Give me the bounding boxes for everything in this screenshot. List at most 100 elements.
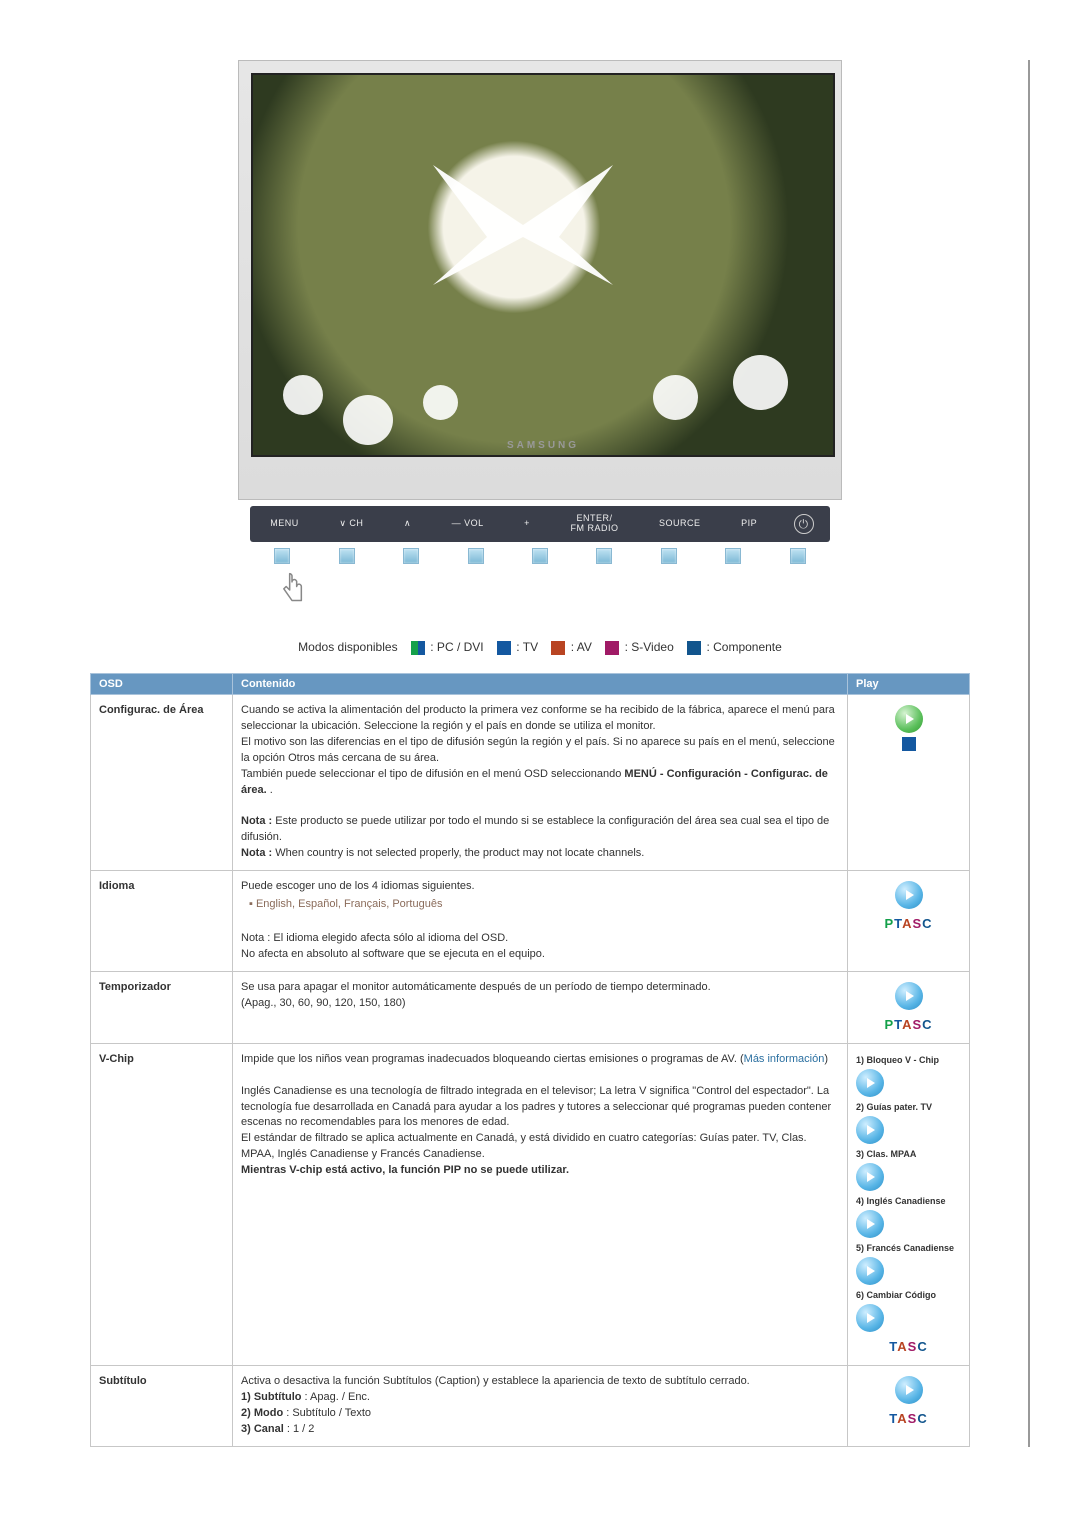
content-cell-vchip: Impide que los niños vean programas inad… <box>233 1043 848 1365</box>
pip-button[interactable]: PIP <box>737 517 761 531</box>
mode-av-label: : AV <box>571 640 592 654</box>
mode-pc-dvi-label: : PC / DVI <box>430 640 483 654</box>
play-icon[interactable] <box>895 982 923 1010</box>
play-icon[interactable] <box>895 705 923 733</box>
configurac-nota2: When country is not selected properly, t… <box>275 847 644 859</box>
osd-cell-configurac: Configurac. de Área <box>91 694 233 870</box>
play-icon[interactable] <box>856 1116 884 1144</box>
osd-cell-subtitulo: Subtítulo <box>91 1365 233 1446</box>
flower-graphic <box>423 385 458 420</box>
play-icon[interactable] <box>895 881 923 909</box>
play-icon[interactable] <box>895 1376 923 1404</box>
table-row: Temporizador Se usa para apagar el monit… <box>91 971 970 1043</box>
vchip-body1: Impide que los niños vean programas inad… <box>241 1053 744 1065</box>
tv-control-bar: MENU ∨ CH ∧ — VOL + ENTER/ FM RADIO SOUR… <box>250 506 830 542</box>
power-button[interactable]: ⏻ <box>794 514 814 534</box>
mode-component-icon <box>687 641 701 655</box>
tv-brand-label: SAMSUNG <box>253 440 833 451</box>
table-header-row: OSD Contenido Play <box>91 673 970 694</box>
configurac-body1: Cuando se activa la alimentación del pro… <box>241 704 835 732</box>
vchip-play-item-5: 5) Francés Canadiense <box>856 1242 961 1255</box>
content-cell-temporizador: Se usa para apagar el monitor automática… <box>233 971 848 1043</box>
subtitulo-l3-label: 3) Canal <box>241 1423 284 1435</box>
flower-graphic <box>283 375 323 415</box>
vchip-mas-info-link[interactable]: Más información <box>744 1053 825 1065</box>
enter-fmradio-button[interactable]: ENTER/ FM RADIO <box>566 512 622 536</box>
menu-button[interactable]: MENU <box>266 517 303 531</box>
volume-down-button[interactable]: — VOL <box>448 517 488 531</box>
indicator-dots-row <box>250 548 830 564</box>
vchip-play-item-6: 6) Cambiar Código <box>856 1289 961 1302</box>
mode-svideo-label: : S-Video <box>625 640 674 654</box>
indicator-dot <box>661 548 677 564</box>
idioma-nota: Nota : El idioma elegido afecta sólo al … <box>241 932 508 944</box>
content-cell-configurac: Cuando se activa la alimentación del pro… <box>233 694 848 870</box>
flower-graphic <box>733 355 788 410</box>
indicator-dot <box>596 548 612 564</box>
mode-pc-dvi-icon <box>411 641 425 655</box>
mode-tv-icon <box>497 641 511 655</box>
configurac-body3-tail: . <box>270 784 273 796</box>
play-icon[interactable] <box>856 1069 884 1097</box>
mode-av-icon <box>551 641 565 655</box>
configurac-body2: El motivo son las diferencias en el tipo… <box>241 736 835 764</box>
subtitulo-l1-label: 1) Subtítulo <box>241 1391 302 1403</box>
tasc-badge: TASC <box>856 1410 961 1429</box>
indicator-dot <box>468 548 484 564</box>
table-row: V-Chip Impide que los niños vean program… <box>91 1043 970 1365</box>
content-cell-idioma: Puede escoger uno de los 4 idiomas sigui… <box>233 871 848 972</box>
play-cell-configurac <box>848 694 970 870</box>
mode-svideo-icon <box>605 641 619 655</box>
tv-screen: SAMSUNG <box>251 73 835 457</box>
volume-up-button[interactable]: + <box>520 517 534 531</box>
content-cell-subtitulo: Activa o desactiva la función Subtítulos… <box>233 1365 848 1446</box>
play-cell-subtitulo: TASC <box>848 1365 970 1446</box>
configurac-body3: También puede seleccionar el tipo de dif… <box>241 768 624 780</box>
temporizador-values: (Apag., 30, 60, 90, 120, 150, 180) <box>241 997 406 1009</box>
play-icon[interactable] <box>856 1163 884 1191</box>
table-row: Configurac. de Área Cuando se activa la … <box>91 694 970 870</box>
subtitulo-l3-val: : 1 / 2 <box>284 1423 315 1435</box>
mode-component-label: : Componente <box>706 640 781 654</box>
mode-tv-label: : TV <box>516 640 538 654</box>
subtitulo-body1: Activa o desactiva la función Subtítulos… <box>241 1375 750 1387</box>
table-row: Idioma Puede escoger uno de los 4 idioma… <box>91 871 970 972</box>
page-right-rule <box>1028 60 1030 1447</box>
channel-up-button[interactable]: ∧ <box>400 517 415 531</box>
source-button[interactable]: SOURCE <box>655 517 705 531</box>
available-modes-line: Modos disponibles : PC / DVI : TV : AV :… <box>60 640 1020 655</box>
vchip-play-item-2: 2) Guías pater. TV <box>856 1101 961 1114</box>
tv-device-frame: SAMSUNG <box>238 60 842 500</box>
play-cell-vchip: 1) Bloqueo V - Chip 2) Guías pater. TV 3… <box>848 1043 970 1365</box>
ptasc-badge: PTASC <box>856 915 961 934</box>
vchip-play-item-3: 3) Clas. MPAA <box>856 1148 961 1161</box>
header-osd: OSD <box>91 673 233 694</box>
indicator-dot <box>403 548 419 564</box>
subtitulo-l2-val: : Subtítulo / Texto <box>283 1407 371 1419</box>
indicator-dot <box>339 548 355 564</box>
play-cell-idioma: PTASC <box>848 871 970 972</box>
play-icon[interactable] <box>856 1257 884 1285</box>
flower-graphic <box>343 395 393 445</box>
tasc-badge: TASC <box>856 1338 961 1357</box>
butterfly-graphic <box>433 165 613 285</box>
osd-cell-vchip: V-Chip <box>91 1043 233 1365</box>
osd-settings-table: OSD Contenido Play Configurac. de Área C… <box>90 673 970 1447</box>
subtitulo-l1-val: : Apag. / Enc. <box>302 1391 371 1403</box>
osd-cell-temporizador: Temporizador <box>91 971 233 1043</box>
indicator-dot <box>532 548 548 564</box>
channel-down-button[interactable]: ∨ CH <box>335 517 367 531</box>
idioma-body1: Puede escoger uno de los 4 idiomas sigui… <box>241 880 475 892</box>
configurac-nota2-label: Nota : <box>241 847 275 859</box>
configurac-nota1: Este producto se puede utilizar por todo… <box>241 815 829 843</box>
play-icon[interactable] <box>856 1210 884 1238</box>
play-icon[interactable] <box>856 1304 884 1332</box>
header-play: Play <box>848 673 970 694</box>
indicator-dot <box>725 548 741 564</box>
vchip-play-item-4: 4) Inglés Canadiense <box>856 1195 961 1208</box>
vchip-play-item-1: 1) Bloqueo V - Chip <box>856 1054 961 1067</box>
temporizador-body1: Se usa para apagar el monitor automática… <box>241 981 711 993</box>
hero-device-figure: SAMSUNG MENU ∨ CH ∧ — VOL + ENTER/ FM RA… <box>238 60 842 610</box>
vchip-bold-note: Mientras V-chip está activo, la función … <box>241 1164 569 1176</box>
subtitulo-l2-label: 2) Modo <box>241 1407 283 1419</box>
